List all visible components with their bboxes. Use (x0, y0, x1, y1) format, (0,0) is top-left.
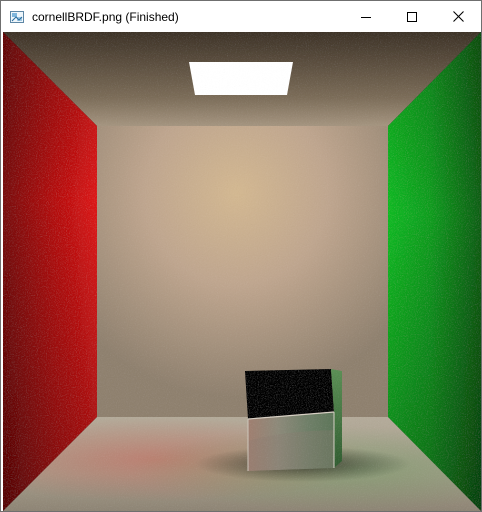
window-title: cornellBRDF.png (Finished) (32, 10, 179, 24)
close-icon (452, 11, 464, 22)
maximize-icon (407, 11, 417, 22)
title-bar[interactable]: cornellBRDF.png (Finished) (1, 1, 481, 32)
cornell-box-render (3, 32, 481, 511)
image-viewer-icon (9, 9, 25, 25)
image-window: cornellBRDF.png (Finished) (0, 0, 482, 512)
close-button[interactable] (435, 1, 481, 32)
ceiling-light (189, 62, 293, 95)
image-canvas[interactable] (3, 32, 481, 511)
maximize-button[interactable] (389, 1, 435, 32)
minimize-button[interactable] (343, 1, 389, 32)
minimize-icon (361, 12, 371, 22)
mirror-cube (245, 369, 342, 471)
cube-top-dark (245, 369, 334, 419)
back-wall (97, 126, 388, 417)
caption-buttons (343, 1, 481, 32)
